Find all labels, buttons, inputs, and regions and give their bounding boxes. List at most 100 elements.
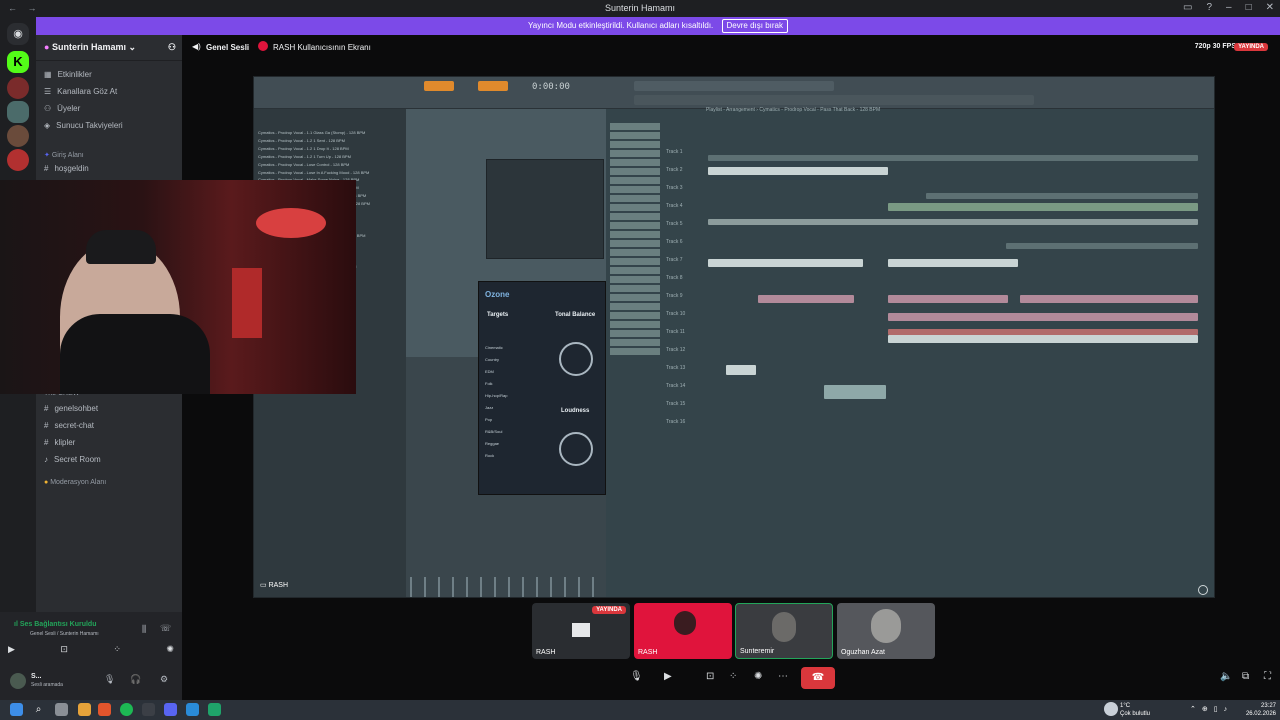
audio-clip	[708, 155, 1198, 161]
window-titlebar: ← → Sunterin Hamamı ▭ ? – □ ✕	[0, 0, 1280, 17]
sidebar-item-browse[interactable]: ☰ Kanallara Göz At	[44, 87, 117, 96]
category-entry[interactable]: ✦ Giriş Alanı	[44, 151, 84, 159]
folder-icon[interactable]	[78, 703, 91, 716]
track-label[interactable]: Track 9	[666, 293, 682, 299]
sidebar-item-members[interactable]: ⚇ Üyeler	[44, 104, 80, 113]
browser-item[interactable]: Cymatics - Prodrop Vocal - 1.2 1 Drop It…	[258, 145, 406, 153]
activity-button[interactable]: ⁘	[729, 671, 737, 691]
soundboard-button[interactable]: ✺	[166, 644, 174, 660]
spotify-icon[interactable]	[120, 703, 133, 716]
ozone-target-item[interactable]: EDM	[485, 366, 541, 378]
track-label[interactable]: Track 10	[666, 311, 685, 317]
start-icon[interactable]	[10, 703, 23, 716]
help-icon[interactable]: ?	[1206, 2, 1212, 13]
browser-item[interactable]: Cymatics - Prodrop Vocal - Lose Control …	[258, 161, 406, 169]
clock-time[interactable]: 23:27	[1248, 703, 1276, 709]
telegram-icon[interactable]	[186, 703, 199, 716]
track-label[interactable]: Track 11	[666, 329, 685, 335]
headphones-icon[interactable]: 🎧	[130, 674, 141, 685]
category-moderation[interactable]: ● Moderasyon Alanı	[44, 479, 106, 486]
track-label[interactable]: Track 7	[666, 257, 682, 263]
browser-item[interactable]: Cymatics - Prodrop Vocal - Lose In A Fuc…	[258, 169, 406, 177]
voice-channel[interactable]: Genel Sesli / Sunterin Hamamı	[30, 631, 99, 637]
track-label[interactable]: Track 5	[666, 221, 682, 227]
discord-home-icon[interactable]: ◉	[7, 23, 29, 45]
ozone-target-item[interactable]: R&B/Soul	[485, 426, 541, 438]
tray-icons[interactable]: ⌃⊕▯♪	[1190, 705, 1233, 713]
minimize-button[interactable]: –	[1226, 2, 1232, 13]
ozone-target-item[interactable]: Country	[485, 354, 541, 366]
screen-share-button[interactable]: ⊡	[60, 644, 68, 660]
track-label[interactable]: Track 6	[666, 239, 682, 245]
track-label[interactable]: Track 13	[666, 365, 685, 371]
channel-secret-chat[interactable]: # secret-chat	[44, 421, 94, 430]
camera-button[interactable]: ▶	[8, 644, 15, 660]
camera-off-button[interactable]: ▶	[664, 671, 672, 691]
clock-date[interactable]: 26.02.2026	[1238, 711, 1276, 717]
ozone-target-item[interactable]: Folk	[485, 378, 541, 390]
browser-item[interactable]: Cymatics - Prodrop Vocal - 1.1 Glass Ga …	[258, 129, 406, 137]
sidebar-item-boosts[interactable]: ◈ Sunucu Takviyeleri	[44, 121, 123, 130]
hang-up-button[interactable]: ☎	[801, 667, 835, 689]
microphone-button[interactable]: 🎙	[630, 671, 643, 691]
participant-tile[interactable]: Oguzhan Azat	[837, 603, 935, 659]
search-icon[interactable]: ⌕	[32, 703, 45, 716]
settings-gear-icon[interactable]: ⚙	[160, 674, 168, 685]
volume-icon[interactable]: 🔈	[1220, 671, 1232, 691]
ozone-target-item[interactable]: Rock	[485, 450, 541, 462]
channel-secret-room[interactable]: ♪ Secret Room	[44, 455, 101, 464]
server-icon[interactable]	[7, 125, 29, 147]
inbox-icon[interactable]: ▭	[1183, 2, 1192, 13]
track-label[interactable]: Track 4	[666, 203, 682, 209]
server-icon[interactable]	[7, 101, 29, 123]
popout-icon[interactable]: ⧉	[1242, 671, 1249, 691]
microphone-icon[interactable]: 🎙	[104, 674, 115, 685]
brave-icon[interactable]	[98, 703, 111, 716]
browser-item[interactable]: Cymatics - Prodrop Vocal - 1.2 1 Turn Up…	[258, 153, 406, 161]
shared-screen[interactable]: 0:00:00 Cymatics - Prodrop Vocal - 1.1 G…	[253, 76, 1215, 598]
ozone-target-item[interactable]: Jazz	[485, 402, 541, 414]
track-label[interactable]: Track 1	[666, 149, 682, 155]
channel-klipler[interactable]: # klipler	[44, 438, 75, 447]
track-label[interactable]: Track 15	[666, 401, 685, 407]
invite-icon[interactable]: ⚇	[168, 42, 176, 53]
fullscreen-icon[interactable]: ⛶	[1264, 671, 1271, 691]
disconnect-icon[interactable]: ☏	[160, 623, 171, 634]
file-explorer-icon[interactable]	[55, 703, 68, 716]
ozone-target-item[interactable]: Cinematic	[485, 342, 541, 354]
zoom-icon[interactable]	[1198, 585, 1208, 595]
server-icon[interactable]	[7, 149, 29, 171]
track-label[interactable]: Track 16	[666, 419, 685, 425]
participant-tile[interactable]: Sunteremir	[735, 603, 833, 659]
activity-button[interactable]: ⁘	[113, 644, 121, 660]
weather-icon[interactable]	[1104, 702, 1118, 716]
maximize-button[interactable]: □	[1246, 2, 1252, 13]
more-button[interactable]: ⋯	[778, 671, 788, 691]
track-label[interactable]: Track 3	[666, 185, 682, 191]
browser-item[interactable]: Cymatics - Prodrop Vocal - 1.2 1 Sent - …	[258, 137, 406, 145]
participant-tile[interactable]: YAYINDA RASH	[532, 603, 630, 659]
track-label[interactable]: Track 8	[666, 275, 682, 281]
app-icon[interactable]	[208, 703, 221, 716]
ozone-target-item[interactable]: Pop	[485, 414, 541, 426]
track-label[interactable]: Track 12	[666, 347, 685, 353]
participant-tile[interactable]: RASH	[634, 603, 732, 659]
track-label[interactable]: Track 2	[666, 167, 682, 173]
ozone-target-item[interactable]: Reggae	[485, 438, 541, 450]
server-header[interactable]: ● Sunterin Hamamı ⌄ ⚇	[36, 35, 182, 61]
discord-icon[interactable]	[164, 703, 177, 716]
sidebar-item-events[interactable]: ▦ Etkinlikler	[44, 70, 92, 79]
track-label[interactable]: Track 14	[666, 383, 685, 389]
ozone-target-item[interactable]: Hip-hop/Rap	[485, 390, 541, 402]
server-icon[interactable]	[7, 77, 29, 99]
app-icon[interactable]	[142, 703, 155, 716]
noise-icon[interactable]: ⫼	[142, 624, 146, 635]
soundboard-button[interactable]: ✺	[754, 671, 762, 691]
avatar[interactable]	[10, 673, 26, 689]
screen-share-button[interactable]: ⊡	[706, 671, 714, 691]
channel-genelsohbet[interactable]: # genelsohbet	[44, 404, 98, 413]
close-button[interactable]: ✕	[1266, 2, 1274, 13]
disable-streamer-mode-button[interactable]: Devre dışı bırak	[721, 19, 788, 33]
channel-welcome[interactable]: # hoşgeldin	[44, 164, 89, 173]
kick-server-icon[interactable]: K	[7, 51, 29, 73]
